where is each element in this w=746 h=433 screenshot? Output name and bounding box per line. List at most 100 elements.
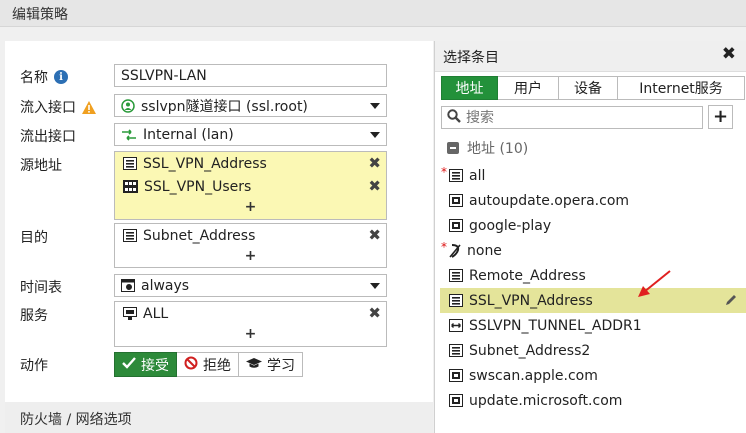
- source-address-label: 源地址: [20, 158, 62, 174]
- list-item[interactable]: Subnet_Address2: [435, 338, 746, 363]
- schedule-value: always: [141, 277, 190, 294]
- service-label: 服务: [20, 308, 48, 324]
- collapse-icon[interactable]: [447, 142, 459, 154]
- fqdn-icon: [449, 369, 463, 382]
- action-toggle-group: 接受 拒绝 学习: [114, 352, 303, 377]
- address-icon: [449, 169, 463, 182]
- learn-label: 学习: [267, 357, 295, 374]
- source-entry[interactable]: SSL_VPN_Address ✖: [115, 152, 386, 175]
- name-label: 名称: [20, 70, 48, 86]
- add-service-button[interactable]: +: [115, 325, 386, 345]
- picker-title: 选择条目: [443, 50, 499, 66]
- search-input[interactable]: [464, 108, 694, 127]
- close-icon[interactable]: ✖: [722, 44, 736, 64]
- outgoing-label-row: 流出接口: [20, 126, 76, 146]
- remove-icon[interactable]: ✖: [368, 178, 381, 194]
- deny-icon: [184, 356, 198, 374]
- chevron-down-icon: [370, 132, 380, 138]
- dest-label-row: 目的: [20, 227, 48, 247]
- destination-box[interactable]: Subnet_Address ✖ +: [114, 223, 387, 268]
- list-item-label: autoupdate.opera.com: [469, 192, 630, 209]
- select-entries-panel: 选择条目 ✖ 地址 用户 设备 Internet服务 + 地址 (10) * al…: [434, 41, 746, 433]
- remove-icon[interactable]: ✖: [368, 305, 381, 321]
- none-icon: [449, 243, 461, 258]
- service-box[interactable]: ALL ✖ +: [114, 301, 387, 347]
- list-item[interactable]: Remote_Address: [435, 263, 746, 288]
- address-icon: [449, 344, 463, 357]
- destination-entry-label: Subnet_Address: [143, 227, 256, 244]
- name-value: SSLVPN-LAN: [121, 67, 207, 84]
- incoming-interface-select[interactable]: sslvpn隧道接口 (ssl.root): [114, 94, 387, 117]
- tab-user[interactable]: 用户: [498, 76, 559, 100]
- learn-button[interactable]: 学习: [239, 352, 303, 377]
- source-label-row: 源地址: [20, 155, 62, 175]
- add-new-button[interactable]: +: [708, 105, 733, 129]
- add-source-button[interactable]: +: [115, 198, 386, 218]
- name-label-row: 名称 i: [20, 67, 68, 87]
- schedule-label-row: 时间表: [20, 277, 62, 297]
- add-destination-button[interactable]: +: [115, 247, 386, 267]
- service-entry[interactable]: ALL ✖: [115, 302, 386, 325]
- outgoing-interface-select[interactable]: Internal (lan): [114, 123, 387, 146]
- deny-button[interactable]: 拒绝: [177, 352, 239, 377]
- chevron-down-icon: [370, 283, 380, 289]
- search-field[interactable]: [441, 106, 703, 129]
- address-list: * all autoupdate.opera.com google-play * none…: [435, 163, 746, 413]
- tab-device[interactable]: 设备: [559, 76, 618, 100]
- action-label: 动作: [20, 358, 48, 374]
- list-item-label: all: [469, 167, 486, 184]
- remove-icon[interactable]: ✖: [368, 227, 381, 243]
- service-entry-label: ALL: [143, 305, 169, 322]
- switch-interface-icon: [121, 128, 137, 141]
- list-item[interactable]: * none: [435, 238, 746, 263]
- list-item[interactable]: * all: [435, 163, 746, 188]
- address-icon: [449, 294, 463, 307]
- fqdn-icon: [449, 194, 463, 207]
- info-icon[interactable]: i: [54, 70, 68, 84]
- list-item-label: none: [467, 242, 502, 259]
- address-group-header[interactable]: 地址 (10): [447, 138, 528, 158]
- list-item[interactable]: swscan.apple.com: [435, 363, 746, 388]
- range-icon: [449, 319, 463, 332]
- deny-label: 拒绝: [203, 357, 231, 374]
- list-item[interactable]: update.microsoft.com: [435, 388, 746, 413]
- source-entry-label: SSL_VPN_Users: [144, 178, 252, 195]
- chevron-down-icon: [370, 103, 380, 109]
- list-item[interactable]: autoupdate.opera.com: [435, 188, 746, 213]
- outgoing-interface-value: Internal (lan): [143, 126, 234, 143]
- accept-button[interactable]: 接受: [114, 352, 177, 377]
- list-item-label: Remote_Address: [469, 267, 586, 284]
- firewall-options-section[interactable]: 防火墙 / 网络选项: [5, 402, 433, 433]
- accept-label: 接受: [141, 357, 169, 374]
- policy-form: 名称 i SSLVPN-LAN 流入接口 sslvpn隧道接口 (ssl.roo…: [5, 41, 433, 433]
- service-label-row: 服务: [20, 305, 48, 325]
- list-item[interactable]: SSL_VPN_Address: [440, 288, 746, 313]
- required-mark: *: [441, 165, 447, 179]
- tab-address[interactable]: 地址: [441, 76, 498, 100]
- list-item[interactable]: SSLVPN_TUNNEL_ADDR1: [435, 313, 746, 338]
- incoming-label-row: 流入接口: [20, 97, 96, 117]
- fqdn-icon: [449, 394, 463, 407]
- picker-header: 选择条目 ✖: [435, 41, 746, 72]
- list-item[interactable]: google-play: [435, 213, 746, 238]
- list-item-label: swscan.apple.com: [469, 367, 598, 384]
- list-item-label: SSL_VPN_Address: [469, 292, 593, 309]
- outgoing-interface-label: 流出接口: [20, 129, 76, 145]
- incoming-interface-value: sslvpn隧道接口 (ssl.root): [141, 98, 308, 115]
- pencil-icon[interactable]: [724, 293, 738, 311]
- source-entry[interactable]: SSL_VPN_Users ✖: [115, 175, 386, 198]
- schedule-label: 时间表: [20, 280, 62, 296]
- source-address-box[interactable]: SSL_VPN_Address ✖ SSL_VPN_Users ✖ +: [114, 151, 387, 220]
- list-item-label: google-play: [469, 217, 552, 234]
- name-input[interactable]: SSLVPN-LAN: [114, 64, 387, 87]
- service-icon: [123, 307, 137, 320]
- tunnel-interface-icon: [121, 98, 135, 113]
- check-icon: [122, 356, 136, 373]
- remove-icon[interactable]: ✖: [368, 155, 381, 171]
- picker-tabs: 地址 用户 设备 Internet服务: [441, 76, 745, 100]
- schedule-select[interactable]: always: [114, 274, 387, 297]
- tab-internet-service[interactable]: Internet服务: [618, 76, 745, 100]
- action-label-row: 动作: [20, 355, 48, 375]
- destination-entry[interactable]: Subnet_Address ✖: [115, 224, 386, 247]
- address-icon: [123, 229, 137, 242]
